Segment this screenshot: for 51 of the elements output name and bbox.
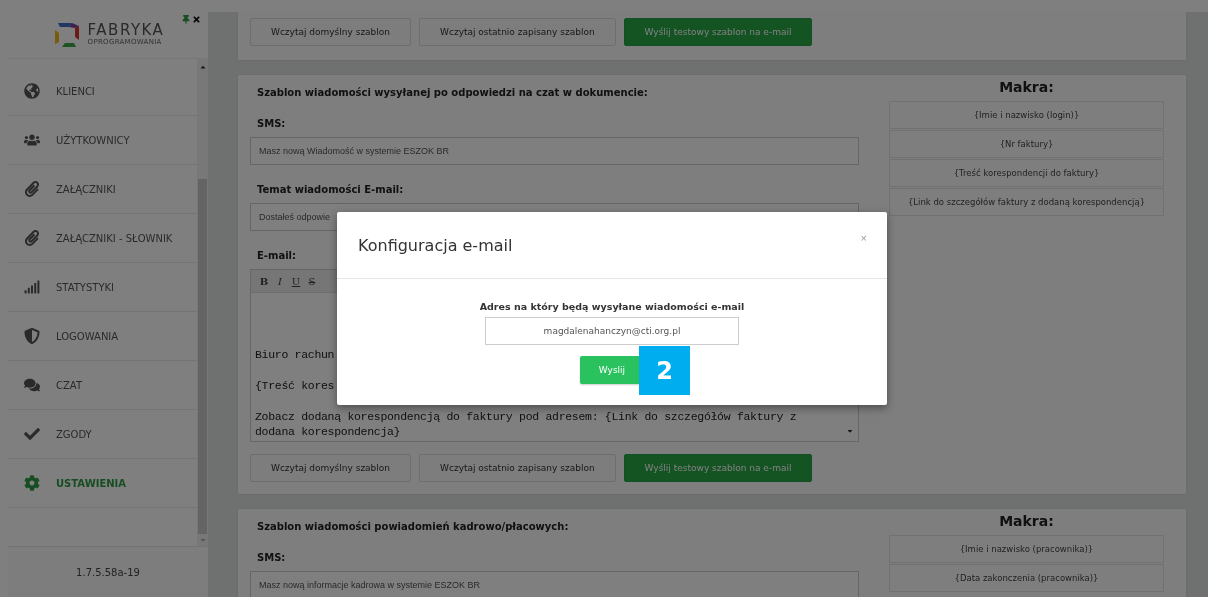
users-icon: [24, 132, 40, 148]
format-button[interactable]: B: [257, 275, 271, 287]
dialog-title: Konfiguracja e-mail: [358, 235, 513, 255]
load-template-button[interactable]: Wczytaj ostatnio zapisany szablon: [419, 454, 616, 482]
section-title: Szablon wiadomości wysyłanej po odpowiedzi na czat w dokumencie:: [256, 86, 649, 100]
step-badge: 2: [639, 346, 690, 395]
send-test-button[interactable]: Wyślij testowy szablon na e-mail: [623, 18, 813, 46]
email-input[interactable]: magdalenahanczyn@cti.org.pl: [485, 317, 739, 345]
format-button[interactable]: I: [273, 275, 287, 287]
pin-icon[interactable]: [182, 15, 190, 24]
format-button[interactable]: U: [289, 275, 303, 287]
globe-icon: [24, 83, 40, 99]
version-label: 1.7.5.58a-19: [76, 566, 140, 578]
macro-item[interactable]: {Link do szczegółów faktury z dodaną korespondencją}: [889, 188, 1164, 216]
chat-bubbles-icon: [24, 377, 40, 393]
signal-bars-icon: [24, 279, 40, 295]
macro-item[interactable]: {Imie i nazwisko (login)}: [889, 101, 1164, 129]
editor-paragraph: {Treść kores: [255, 378, 335, 393]
checkmark-icon: [24, 426, 40, 442]
send-test-button[interactable]: Wyślij testowy szablon na e-mail: [623, 454, 813, 482]
editor-paragraph: Zobacz dodaną korespondencją do faktury pod adresem: {Link do szczegółów faktury z dodana korespondencja}: [255, 409, 798, 439]
load-template-button[interactable]: Wczytaj domyślny szablon: [250, 18, 412, 46]
close-icon[interactable]: [192, 15, 201, 24]
field-label: Adres na który będą wysyłane wiadomości e-mail: [479, 301, 745, 312]
field-label: SMS:: [256, 551, 286, 565]
macros-title: Makra:: [998, 79, 1055, 97]
load-template-button[interactable]: Wczytaj domyślny szablon: [250, 454, 412, 482]
scrollbar[interactable]: [197, 59, 208, 546]
load-template-button[interactable]: Wczytaj ostatnio zapisany szablon: [419, 18, 616, 46]
shield-icon: [24, 328, 40, 344]
section-title: Szablon wiadomości powiadomień kadrowo/płacowych:: [256, 520, 570, 534]
field-label: SMS:: [256, 117, 286, 131]
input-field[interactable]: Masz nową Wiadomość w systemie ESZOK BR: [250, 137, 859, 165]
scroll-up-icon[interactable]: [198, 63, 207, 71]
macro-item[interactable]: {Nr faktury}: [889, 130, 1164, 158]
paperclip-icon: [24, 230, 40, 246]
macros-title: Makra:: [998, 513, 1055, 531]
scrollbar-thumb[interactable]: [198, 179, 207, 534]
settings-icon: [24, 475, 40, 491]
editor-paragraph: Biuro rachun: [255, 347, 335, 362]
scroll-down-icon[interactable]: [846, 427, 854, 435]
macro-item[interactable]: {Treść korespondencji do faktury}: [889, 159, 1164, 187]
field-label: Temat wiadomości E-mail:: [256, 183, 404, 197]
format-button[interactable]: S: [305, 275, 319, 287]
macro-item[interactable]: {Data zakonczenia (pracownika)}: [889, 564, 1164, 592]
paperclip-icon: [24, 181, 40, 197]
field-label: E-mail:: [256, 249, 296, 263]
logo-name: FABRYKA: [87, 23, 165, 39]
macro-item[interactable]: {Imie i nazwisko (pracownika)}: [889, 535, 1164, 563]
input-field[interactable]: Masz nową informacje kadrowa w systemie ESZOK BR: [250, 571, 859, 597]
close-button[interactable]: ×: [860, 232, 867, 244]
